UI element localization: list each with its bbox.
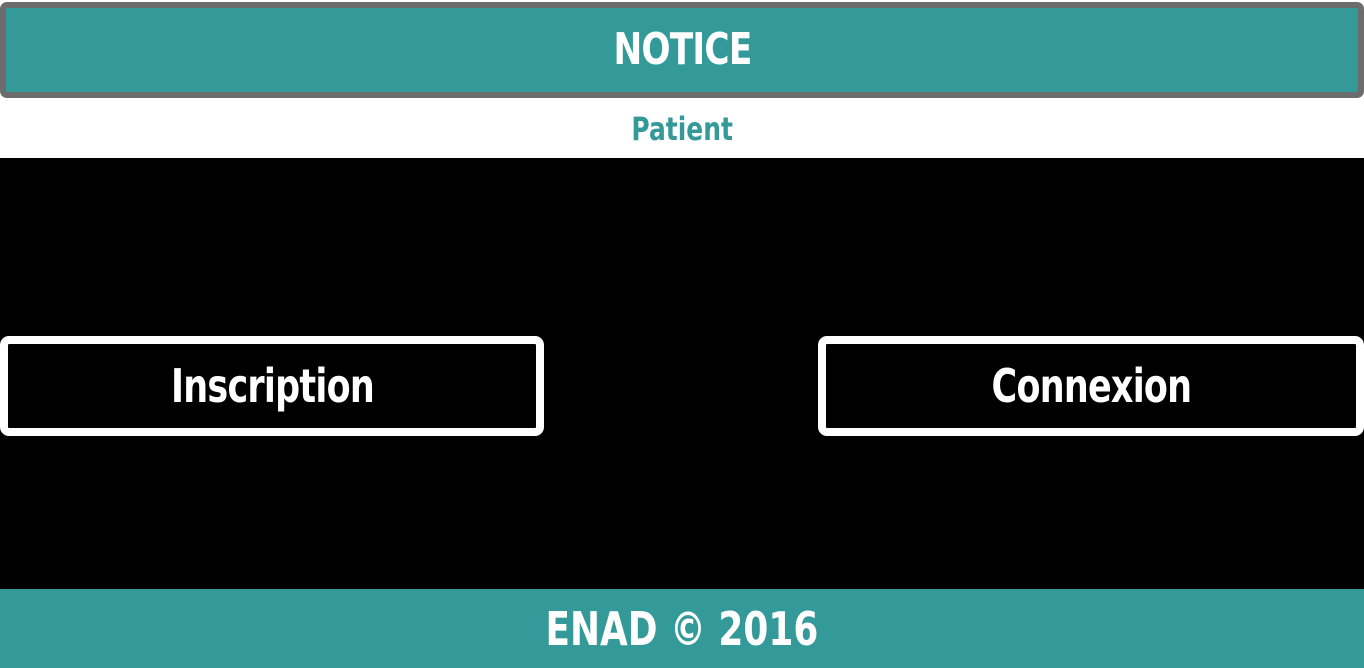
page-subtitle: Patient (631, 110, 733, 148)
inscription-button-label: Inscription (170, 359, 375, 413)
subtitle-row: Patient (0, 100, 1364, 158)
inscription-button[interactable]: Inscription (0, 336, 544, 436)
page-title: NOTICE (612, 24, 752, 75)
connexion-button-label: Connexion (991, 359, 1192, 413)
footer-bar: ENAD © 2016 (0, 589, 1364, 668)
header-bar: NOTICE (0, 2, 1364, 98)
footer-copyright: ENAD © 2016 (545, 601, 819, 656)
connexion-button[interactable]: Connexion (818, 336, 1364, 436)
main-panel: Inscription Connexion (0, 158, 1364, 589)
